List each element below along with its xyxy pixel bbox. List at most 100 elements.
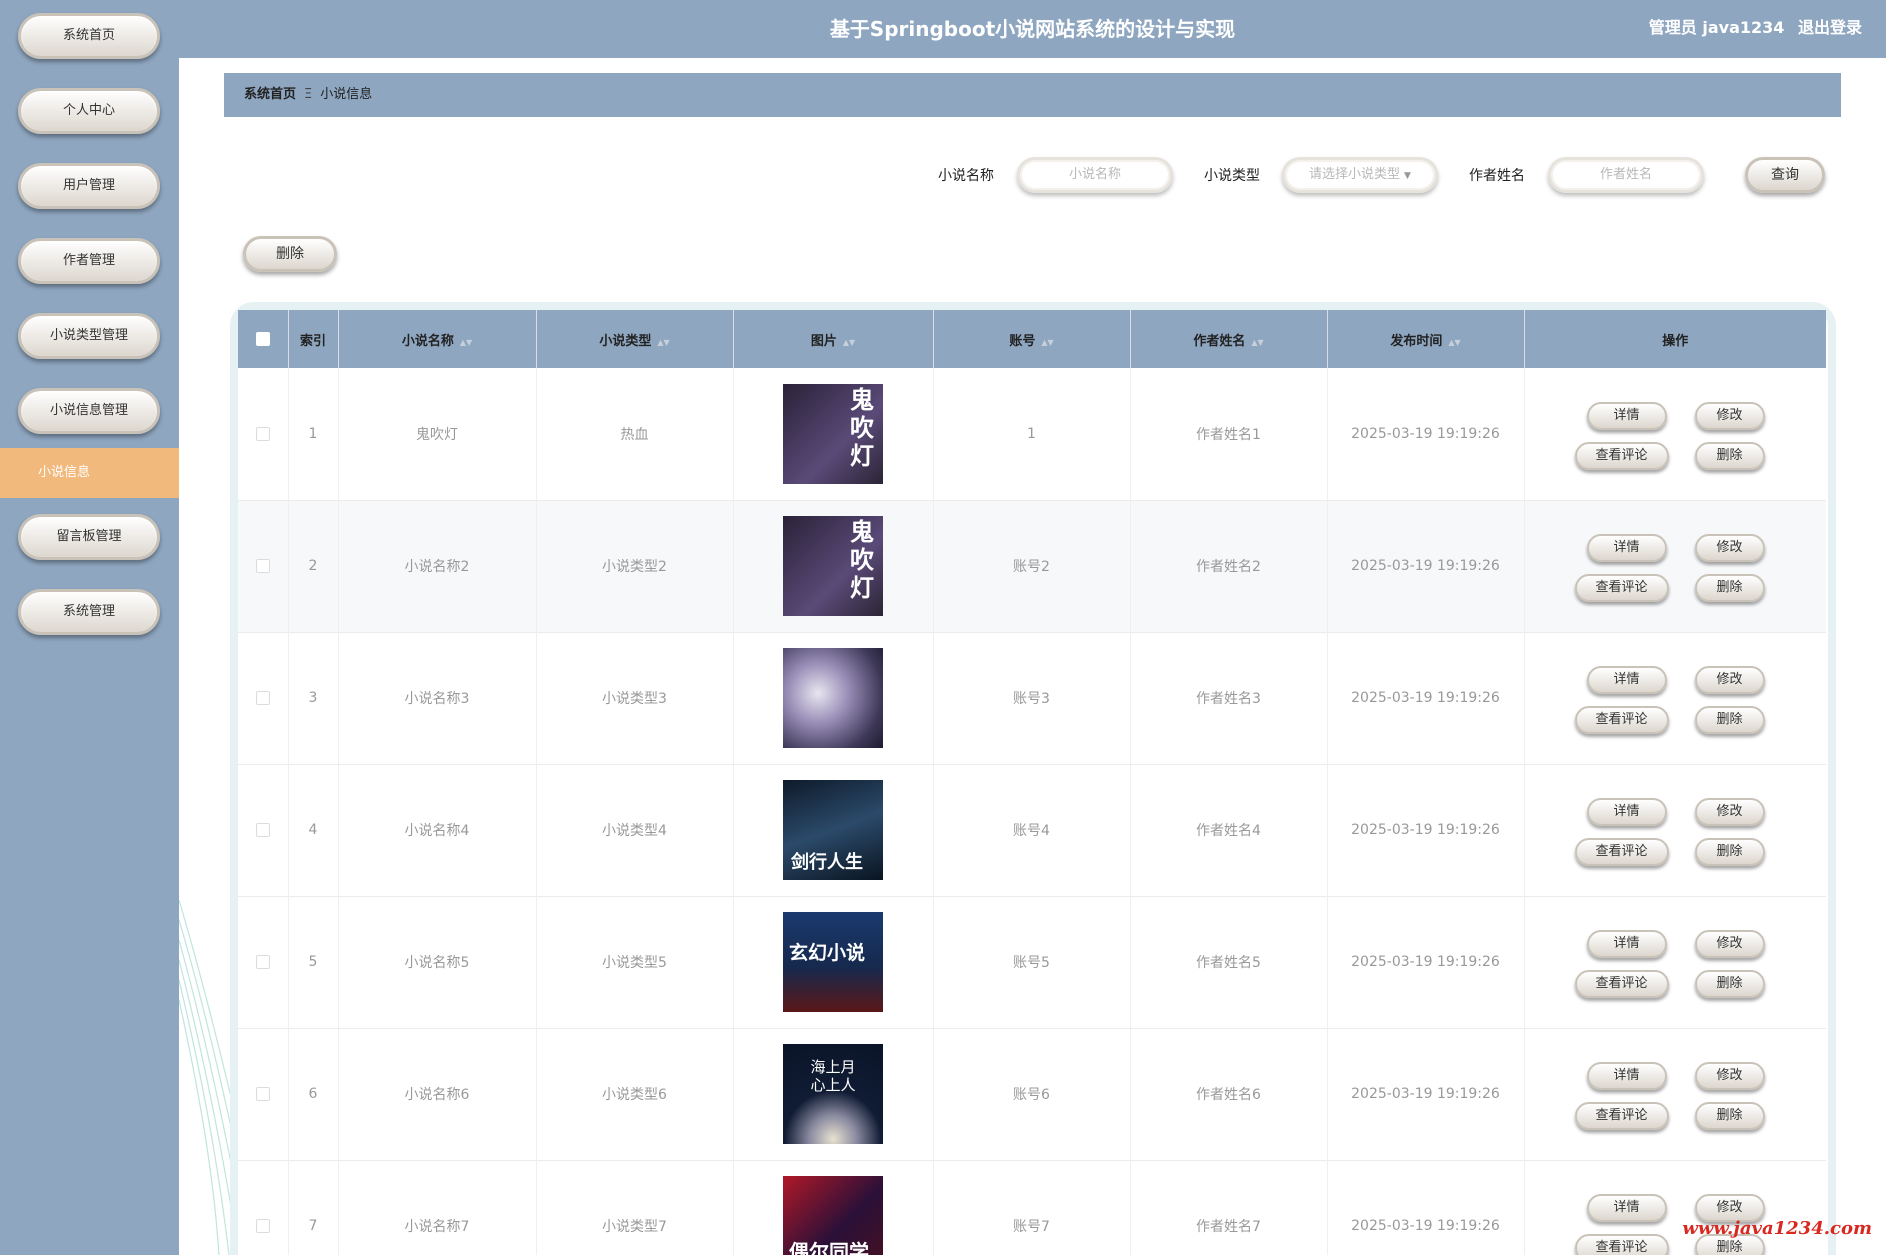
sidebar-item-system[interactable]: 系统管理 [18,589,160,635]
row-select-cell[interactable] [238,632,289,764]
row-select-cell[interactable] [238,368,289,500]
query-button[interactable]: 查询 [1745,157,1825,193]
row-checkbox[interactable] [255,691,270,705]
detail-button[interactable]: 详情 [1586,798,1667,826]
edit-button[interactable]: 修改 [1694,401,1765,430]
novel-cover-image: 海上月 心上人 [783,1044,883,1144]
detail-button[interactable]: 详情 [1586,930,1667,958]
col-image[interactable]: 图片 ▲▼ [733,310,934,368]
row-checkbox[interactable] [255,1219,270,1233]
edit-button[interactable]: 修改 [1694,534,1765,562]
sort-icon[interactable]: ▲▼ [1251,338,1263,347]
row-author: 作者姓名3 [1130,632,1328,764]
col-account[interactable]: 账号 ▲▼ [933,310,1131,368]
sort-icon[interactable]: ▲▼ [843,338,855,347]
row-select-cell[interactable] [238,764,289,896]
col-author-label: 作者姓名 [1193,333,1246,349]
view-comments-button[interactable]: 查看评论 [1574,574,1669,602]
sort-icon[interactable]: ▲▼ [1041,338,1053,347]
logout-link[interactable]: 退出登录 [1798,18,1862,37]
delete-button[interactable]: 删除 [1694,441,1765,470]
view-comments-button[interactable]: 查看评论 [1574,1102,1669,1130]
novel-type-select[interactable]: 请选择小说类型 ▼ [1282,157,1438,193]
row-type: 小说类型5 [536,896,734,1028]
breadcrumb-current: 小说信息 [320,87,373,102]
row-checkbox[interactable] [255,559,270,573]
breadcrumb-home[interactable]: 系统首页 [244,87,296,102]
view-comments-button[interactable]: 查看评论 [1574,970,1669,998]
row-account: 1 [933,368,1131,500]
row-time: 2025-03-19 19:19:26 [1327,500,1525,632]
sort-icon[interactable]: ▲▼ [657,338,669,347]
novel-name-input[interactable]: 小说名称 [1017,157,1173,193]
sidebar-item-home[interactable]: 系统首页 [18,13,160,59]
detail-button[interactable]: 详情 [1586,666,1667,694]
row-author: 作者姓名4 [1130,764,1328,896]
view-comments-button[interactable]: 查看评论 [1574,706,1669,734]
row-author: 作者姓名7 [1130,1160,1328,1255]
row-image-cell: 海上月 心上人 [733,1028,934,1160]
sidebar-item-message-board[interactable]: 留言板管理 [18,514,160,560]
select-all-cell[interactable] [238,310,289,368]
row-name: 小说名称3 [338,632,537,764]
row-checkbox[interactable] [255,426,270,441]
batch-delete-button[interactable]: 删除 [243,236,337,272]
row-time: 2025-03-19 19:19:26 [1327,764,1525,896]
row-checkbox[interactable] [255,823,270,837]
sort-icon[interactable]: ▲▼ [1448,338,1460,347]
sort-icon[interactable]: ▲▼ [460,338,472,347]
sidebar-item-novel-types[interactable]: 小说类型管理 [18,313,160,359]
row-index: 4 [288,764,339,896]
sidebar-item-authors[interactable]: 作者管理 [18,238,160,284]
col-author[interactable]: 作者姓名 ▲▼ [1130,310,1328,368]
row-account: 账号5 [933,896,1131,1028]
row-image-cell: 偶尔同学 [733,1160,934,1255]
edit-button[interactable]: 修改 [1694,798,1765,826]
col-actions: 操作 [1662,333,1689,349]
edit-button[interactable]: 修改 [1694,1062,1765,1090]
delete-button[interactable]: 删除 [1694,1102,1765,1130]
row-select-cell[interactable] [238,500,289,632]
sidebar-item-users[interactable]: 用户管理 [18,163,160,209]
row-checkbox[interactable] [255,1087,270,1101]
sidebar-item-profile[interactable]: 个人中心 [18,88,160,134]
sidebar-item-novel-info[interactable]: 小说信息管理 [18,388,160,434]
row-type: 小说类型7 [536,1160,734,1255]
row-name: 小说名称5 [338,896,537,1028]
table-row: 2 小说名称2 小说类型2 鬼吹灯 账号2 作者姓名2 2025-03-19 1… [238,500,1826,632]
edit-button[interactable]: 修改 [1694,666,1765,694]
view-comments-button[interactable]: 查看评论 [1574,441,1669,470]
delete-button[interactable]: 删除 [1694,706,1765,734]
row-time: 2025-03-19 19:19:26 [1327,1028,1525,1160]
detail-button[interactable]: 详情 [1586,534,1667,562]
delete-button[interactable]: 删除 [1694,574,1765,602]
sidebar-subitem-novel-info[interactable]: 小说信息 [0,448,179,498]
row-index: 2 [288,500,339,632]
col-name[interactable]: 小说名称 ▲▼ [338,310,537,368]
col-time[interactable]: 发布时间 ▲▼ [1327,310,1525,368]
detail-button[interactable]: 详情 [1586,401,1667,430]
detail-button[interactable]: 详情 [1586,1062,1667,1090]
row-select-cell[interactable] [238,1160,289,1255]
row-select-cell[interactable] [238,1028,289,1160]
row-type: 小说类型4 [536,764,734,896]
row-author: 作者姓名1 [1130,368,1328,500]
select-all-checkbox[interactable] [255,332,270,346]
row-select-cell[interactable] [238,896,289,1028]
detail-button[interactable]: 详情 [1586,1194,1667,1222]
col-type[interactable]: 小说类型 ▲▼ [536,310,734,368]
view-comments-button[interactable]: 查看评论 [1574,838,1669,866]
view-comments-button[interactable]: 查看评论 [1574,1234,1669,1255]
table-row: 7 小说名称7 小说类型7 偶尔同学 账号7 作者姓名7 2025-03-19 … [238,1160,1826,1255]
delete-button[interactable]: 删除 [1694,970,1765,998]
delete-button[interactable]: 删除 [1694,838,1765,866]
novel-name-label: 小说名称 [938,168,994,184]
author-name-input[interactable]: 作者姓名 [1548,157,1704,193]
row-actions: 详情 修改 查看评论 删除 [1524,1028,1826,1160]
row-actions: 详情 修改 查看评论 删除 [1524,368,1826,500]
row-type: 小说类型2 [536,500,734,632]
edit-button[interactable]: 修改 [1694,930,1765,958]
table-row: 5 小说名称5 小说类型5 玄幻小说 账号5 作者姓名5 2025-03-19 … [238,896,1826,1028]
novel-cover-image: 玄幻小说 [783,912,883,1012]
row-checkbox[interactable] [255,955,270,969]
